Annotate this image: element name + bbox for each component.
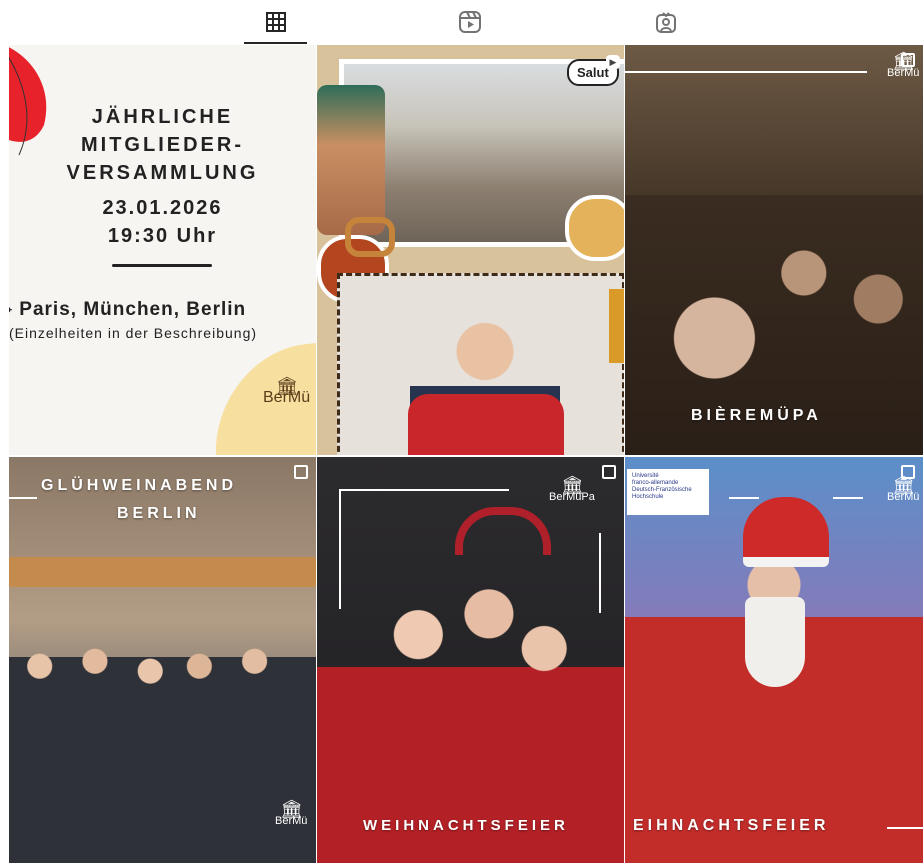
building-icon: 🏛 xyxy=(892,475,915,495)
party-photo xyxy=(317,517,624,863)
post-caption: EIHNACHTSFEIER xyxy=(633,817,830,834)
top-frame-line xyxy=(625,71,867,73)
post-weihnachtsfeier[interactable]: WEIHNACHTSFEIER 🏛 BerMüPa xyxy=(317,457,624,863)
bermupa-logo: 🏛 BerMü xyxy=(887,475,920,503)
title-line-2: MITGLIEDER- xyxy=(81,134,244,156)
post-assembly-announcement[interactable]: JÄHRLICHE MITGLIEDER- VERSAMMLUNG 23.01.… xyxy=(9,45,316,455)
building-icon: 🏛 xyxy=(280,799,303,819)
frame-line-right xyxy=(599,533,601,613)
post-gluhweinabend[interactable]: GLÜHWEINABEND BERLIN 🏛 BerMü xyxy=(9,457,316,863)
schnitzel-sticker xyxy=(565,195,624,261)
bermupa-logo: 🏛 BerMü xyxy=(263,377,311,406)
post-mensa-collage[interactable]: Salut ▶ xyxy=(317,45,624,455)
frame-line-left xyxy=(729,497,759,499)
building-icon: 🏛 xyxy=(892,51,915,71)
caption-line-1: GLÜHWEINABEND xyxy=(41,477,237,494)
logo-text: BerMü xyxy=(887,67,920,79)
reels-icon xyxy=(459,11,481,33)
post-bieremupa[interactable]: BIÈREMÜPA 🏛 BerMü xyxy=(625,45,923,455)
bubble-text: Salut xyxy=(577,65,609,80)
logo-text: BerMü xyxy=(263,389,311,406)
multi-photo-icon xyxy=(602,465,616,479)
santa-beard xyxy=(745,597,805,687)
logo-text: BerMüPa xyxy=(549,491,595,503)
logo-text: BerMü xyxy=(275,815,308,827)
bermupa-logo: 🏛 BerMü xyxy=(887,51,920,79)
assembly-date: 23.01.2026 xyxy=(102,197,223,219)
cities-text: Paris, München, Berlin xyxy=(19,299,247,320)
frame-line-left xyxy=(339,489,341,609)
frame-line-right xyxy=(833,497,863,499)
post-santa[interactable]: Université franco-allemande Deutsch-Fran… xyxy=(625,457,923,863)
frame-line xyxy=(9,497,37,499)
red-sweater xyxy=(408,394,564,455)
uni-line-4: Hochschule xyxy=(632,494,664,500)
profile-tabs xyxy=(0,0,923,44)
tagged-icon xyxy=(656,12,676,33)
uni-line-3: Deutsch-Französische xyxy=(632,487,692,493)
post-caption: BIÈREMÜPA xyxy=(691,407,822,424)
building-icon: 🏛 xyxy=(561,475,584,495)
location-pin-icon: ⌖ xyxy=(9,302,13,319)
university-logo: Université franco-allemande Deutsch-Fran… xyxy=(627,469,709,515)
beer-sticker xyxy=(609,289,624,363)
assembly-title: JÄHRLICHE MITGLIEDER- VERSAMMLUNG xyxy=(9,103,316,187)
post-caption: WEIHNACHTSFEIER xyxy=(363,817,569,834)
uni-line-2: franco-allemande xyxy=(632,480,679,486)
posts-grid: JÄHRLICHE MITGLIEDER- VERSAMMLUNG 23.01.… xyxy=(9,45,923,863)
caption-line xyxy=(887,827,923,829)
caption-line-2: BERLIN xyxy=(117,505,201,522)
assembly-time: 19:30 Uhr xyxy=(107,225,218,247)
reindeer-antlers xyxy=(455,507,551,555)
title-line-3: VERSAMMLUNG xyxy=(66,162,259,184)
logo-text: BerMü xyxy=(887,491,920,503)
pretzel-sticker xyxy=(345,217,395,257)
tab-tagged[interactable] xyxy=(636,0,696,44)
group-photo xyxy=(9,617,316,863)
title-line-1: JÄHRLICHE xyxy=(91,106,234,128)
uni-line-1: Université xyxy=(632,473,659,479)
multi-photo-icon xyxy=(294,465,308,479)
library-balcony xyxy=(9,557,316,587)
bermupa-logo: 🏛 BerMüPa xyxy=(549,475,595,503)
frame-line-top xyxy=(339,489,509,491)
selfie-frame xyxy=(337,273,624,455)
reel-icon: ▶ xyxy=(606,55,620,69)
cathedral-sticker xyxy=(317,85,385,235)
tab-reels[interactable] xyxy=(440,0,500,44)
assembly-details: (Einzelheiten in der Beschreibung) xyxy=(9,325,258,341)
bermupa-logo: 🏛 BerMü xyxy=(275,799,308,827)
grid-icon xyxy=(265,12,286,32)
tab-posts[interactable] xyxy=(244,0,307,44)
assembly-cities: ⌖ Paris, München, Berlin xyxy=(9,299,316,321)
santa-hat xyxy=(743,497,829,567)
